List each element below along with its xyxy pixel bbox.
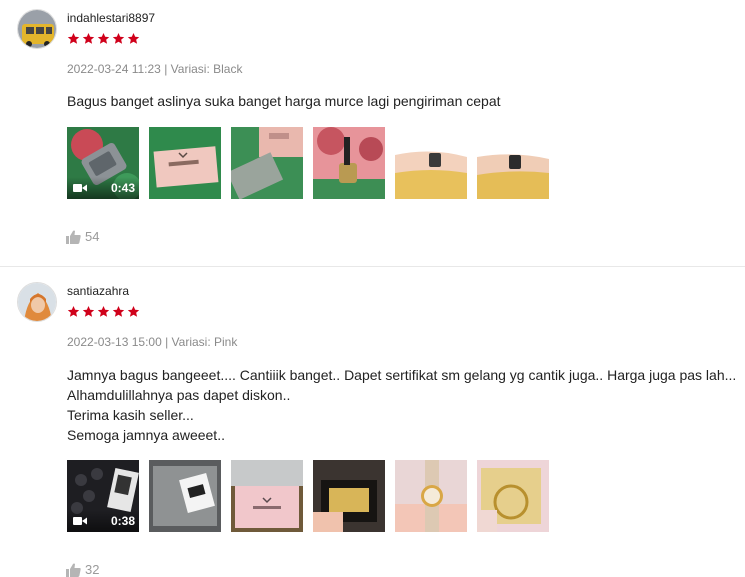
meta-separator: | xyxy=(161,335,172,349)
video-camera-icon xyxy=(73,184,87,192)
review-photo-thumb[interactable] xyxy=(395,460,467,532)
meta-separator: | xyxy=(160,62,171,76)
avatar[interactable] xyxy=(17,9,57,49)
review-photo-thumb[interactable] xyxy=(149,460,221,532)
review-date: 2022-03-13 15:00 xyxy=(67,335,162,349)
review-comment: Bagus banget aslinya suka banget harga m… xyxy=(67,91,501,111)
star-icon xyxy=(67,305,80,317)
thumbs-up-icon xyxy=(66,230,81,244)
like-count: 54 xyxy=(85,229,100,244)
video-overlay: 0:38 xyxy=(67,510,139,532)
review-date: 2022-03-24 11:23 xyxy=(67,62,161,76)
star-icon xyxy=(127,305,140,317)
review-variation: Variasi: Black xyxy=(170,62,243,76)
video-overlay: 0:43 xyxy=(67,177,139,199)
review-variation: Variasi: Pink xyxy=(171,335,238,349)
review-media-list: 0:38 xyxy=(67,460,549,532)
review-media-list: 0:43 xyxy=(67,127,549,199)
star-icon xyxy=(127,32,140,44)
review-item: santiazahra 2022-03-13 15:00 | Variasi: … xyxy=(0,266,745,577)
video-duration: 0:38 xyxy=(110,514,135,528)
star-icon xyxy=(97,32,110,44)
review-meta: 2022-03-13 15:00 | Variasi: Pink xyxy=(67,335,237,349)
comment-line: Bagus banget aslinya suka banget harga m… xyxy=(67,93,501,109)
star-icon xyxy=(82,305,95,317)
review-photo-thumb[interactable] xyxy=(313,460,385,532)
review-photo-thumb[interactable] xyxy=(477,127,549,199)
review-meta: 2022-03-24 11:23 | Variasi: Black xyxy=(67,62,242,76)
comment-line: Semoga jamnya aweeet.. xyxy=(67,427,225,443)
avatar[interactable] xyxy=(17,282,57,322)
review-photo-thumb[interactable] xyxy=(231,127,303,199)
review-photo-thumb[interactable] xyxy=(477,460,549,532)
star-icon xyxy=(112,305,125,317)
review-comment: Jamnya bagus bangeeet.... Cantiiik bange… xyxy=(67,365,736,445)
star-icon xyxy=(97,305,110,317)
username[interactable]: indahlestari8897 xyxy=(67,11,155,25)
review-video-thumb[interactable]: 0:43 xyxy=(67,127,139,199)
comment-line: Terima kasih seller... xyxy=(67,407,194,423)
username[interactable]: santiazahra xyxy=(67,284,129,298)
rating-stars xyxy=(67,305,140,318)
comment-line: Jamnya bagus bangeeet.... Cantiiik bange… xyxy=(67,367,737,383)
star-icon xyxy=(67,32,80,44)
review-photo-thumb[interactable] xyxy=(395,127,467,199)
review-photo-thumb[interactable] xyxy=(231,460,303,532)
star-icon xyxy=(112,32,125,44)
comment-line: Alhamdulillahnya pas dapet diskon.. xyxy=(67,387,291,403)
video-camera-icon xyxy=(73,517,87,525)
review-photo-thumb[interactable] xyxy=(149,127,221,199)
video-duration: 0:43 xyxy=(110,181,135,195)
review-video-thumb[interactable]: 0:38 xyxy=(67,460,139,532)
review-photo-thumb[interactable] xyxy=(313,127,385,199)
star-icon xyxy=(82,32,95,44)
rating-stars xyxy=(67,32,140,45)
review-item: indahlestari8897 2022-03-24 11:23 | Vari… xyxy=(0,0,745,266)
like-button[interactable]: 54 xyxy=(66,229,99,244)
